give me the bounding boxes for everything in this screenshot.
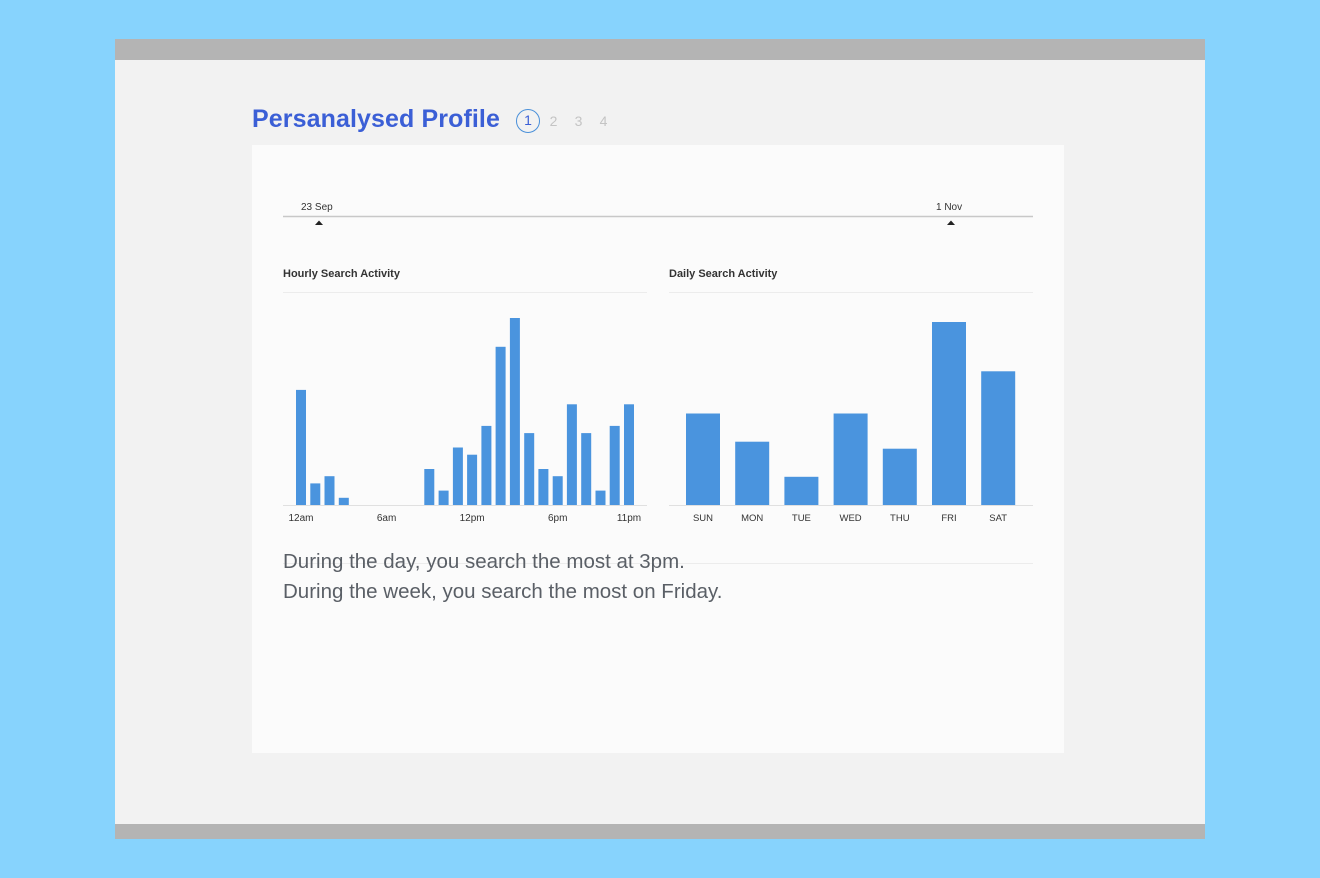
hourly-tick-label: 6pm xyxy=(548,513,567,524)
window-top-bar xyxy=(115,39,1205,60)
daily-bar-mon[interactable] xyxy=(735,441,770,505)
page-title: Persanalysed Profile xyxy=(252,105,500,133)
end-date-label: 1 Nov xyxy=(936,202,962,213)
hourly-bar-9am[interactable] xyxy=(424,469,435,505)
summary-text: During the day, you search the most at 3… xyxy=(283,547,722,607)
start-handle-icon[interactable] xyxy=(315,220,323,226)
daily-tick-label: SUN xyxy=(693,513,713,524)
daily-bar-thu[interactable] xyxy=(882,448,917,505)
end-handle-icon[interactable] xyxy=(947,220,955,226)
hourly-bar-12am[interactable] xyxy=(296,389,306,505)
hourly-tick-label: 11pm xyxy=(617,513,641,524)
daily-tick-label: MON xyxy=(741,513,763,524)
daily-tick-label: WED xyxy=(840,513,862,524)
hourly-chart-title: Hourly Search Activity xyxy=(283,268,401,280)
step-4[interactable]: 4 xyxy=(591,113,616,129)
hourly-tick-label: 6am xyxy=(377,513,396,524)
daily-bar-sat[interactable] xyxy=(981,371,1016,505)
daily-bar-sun[interactable] xyxy=(686,413,720,506)
daily-chart: Daily Search Activity SUN MON TUE WED THU FRI… xyxy=(669,268,1033,524)
step-2[interactable]: 2 xyxy=(541,113,566,129)
window-bottom-bar xyxy=(115,824,1205,839)
app-window: Persanalysed Profile 1 2 3 4 23 Sep 1 No… xyxy=(115,39,1205,839)
hourly-bar-1am[interactable] xyxy=(310,483,321,505)
hourly-bar-9pm[interactable] xyxy=(595,490,606,505)
step-indicator: 1 2 3 4 xyxy=(516,109,616,133)
hourly-bar-10pm[interactable] xyxy=(609,425,620,505)
charts-canvas: 23 Sep 1 Nov Hourly Search Activity 12am… xyxy=(283,202,1033,564)
summary-line-week: During the week, you search the most on … xyxy=(283,580,723,603)
hourly-bar-6pm[interactable] xyxy=(552,476,563,505)
hourly-chart: Hourly Search Activity 12am 6am 12pm 6pm 11p… xyxy=(283,268,647,524)
step-3[interactable]: 3 xyxy=(566,113,591,129)
hourly-bar-8pm[interactable] xyxy=(581,433,592,505)
hourly-bar-3pm[interactable] xyxy=(509,318,520,505)
hourly-bar-4pm[interactable] xyxy=(524,433,535,505)
daily-bar-fri[interactable] xyxy=(932,322,966,505)
hourly-bar-2am[interactable] xyxy=(324,476,335,505)
step-1[interactable]: 1 xyxy=(516,109,540,133)
hourly-bar-11pm[interactable] xyxy=(624,404,634,505)
daily-tick-label: SAT xyxy=(989,513,1007,524)
hourly-bar-2pm[interactable] xyxy=(495,346,506,505)
daily-tick-label: FRI xyxy=(941,513,956,524)
daily-bar-wed[interactable] xyxy=(833,413,868,506)
hourly-tick-label: 12am xyxy=(288,513,313,524)
daily-tick-label: THU xyxy=(890,513,910,524)
start-date-label: 23 Sep xyxy=(301,202,333,213)
hourly-bar-12pm[interactable] xyxy=(467,454,478,505)
hourly-bar-5pm[interactable] xyxy=(538,469,549,505)
hourly-bar-11am[interactable] xyxy=(452,447,463,506)
summary-line-day: During the day, you search the most at 3… xyxy=(283,550,685,573)
hourly-bar-3am[interactable] xyxy=(338,497,349,505)
hourly-bar-7pm[interactable] xyxy=(566,404,577,505)
daily-tick-label: TUE xyxy=(792,513,811,524)
daily-chart-title: Daily Search Activity xyxy=(669,268,778,280)
hourly-tick-label: 12pm xyxy=(460,513,485,524)
hourly-bar-10am[interactable] xyxy=(438,490,449,505)
hourly-bar-1pm[interactable] xyxy=(481,425,492,505)
date-range-slider: 23 Sep 1 Nov xyxy=(283,202,1033,225)
daily-bar-tue[interactable] xyxy=(784,476,819,505)
profile-card: 23 Sep 1 Nov Hourly Search Activity 12am… xyxy=(252,145,1064,753)
